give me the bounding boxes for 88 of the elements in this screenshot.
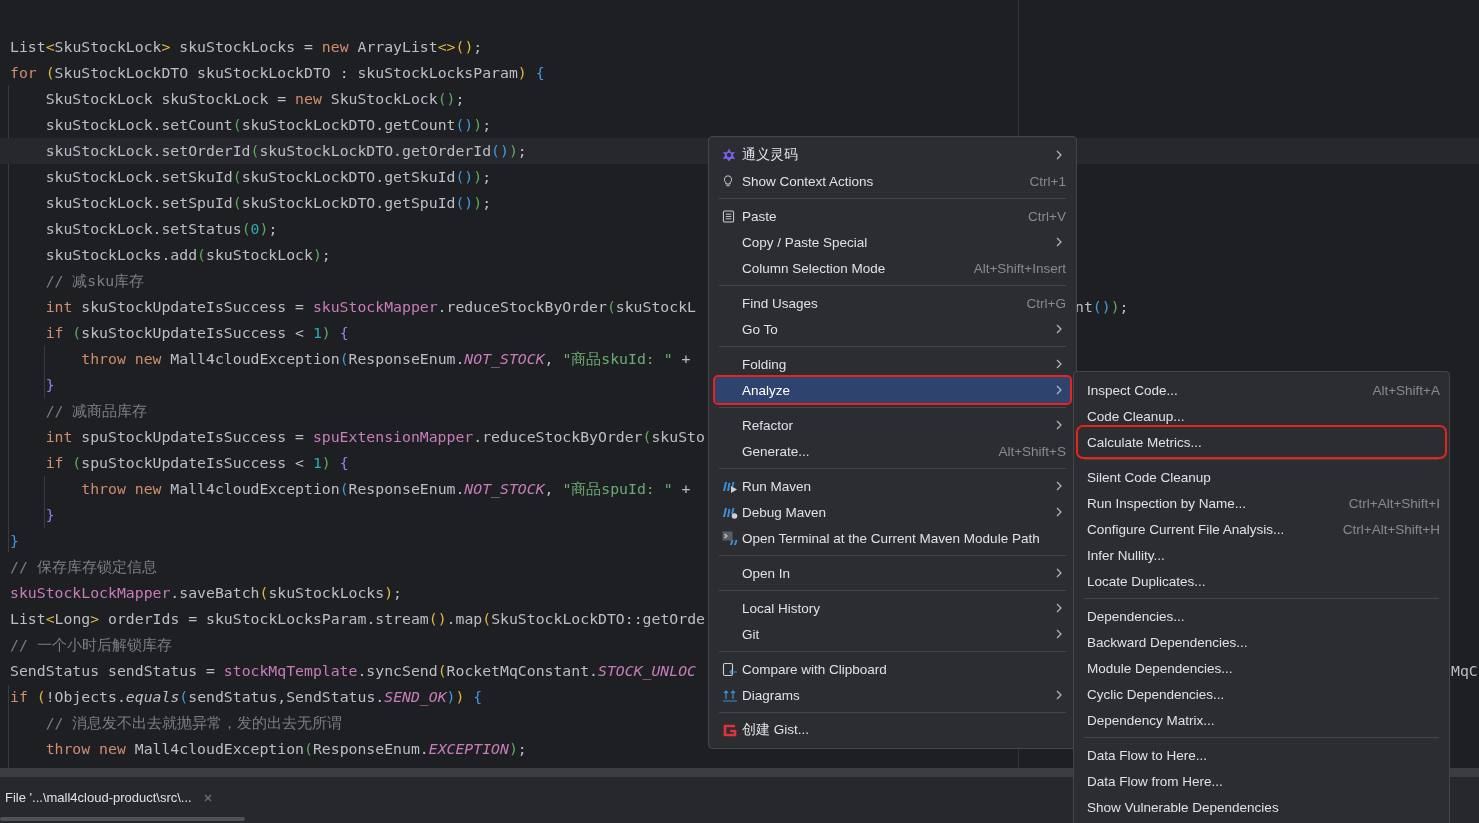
star-icon: [722, 148, 736, 162]
menu-item[interactable]: Copy / Paste Special: [715, 229, 1070, 255]
code-line: if (skuStockUpdateIsSuccess < 1) {: [44, 324, 349, 341]
menu-item[interactable]: Infer Nullity...: [1080, 542, 1443, 568]
code-line: // 一个小时后解锁库存: [9, 636, 172, 653]
menu-item[interactable]: Git: [715, 621, 1070, 647]
code-line: List<SkuStockLock> skuStockLocks = new ArrayList<>();: [9, 38, 483, 55]
code-line: // 减sku库存: [44, 272, 145, 289]
menu-item[interactable]: Open In: [715, 560, 1070, 586]
chevron-icon: [1056, 568, 1062, 578]
chevron-icon: [1056, 324, 1062, 334]
menu-item[interactable]: Locate Duplicates...: [1080, 568, 1443, 594]
code-line: skuStockLock.setCount(skuStockLockDTO.getCount());: [44, 116, 492, 133]
code-line: SendStatus sendStatus = stockMqTemplate.syncSend(RocketMqConstant.STOCK_UNLOC: [9, 662, 696, 679]
code-line: skuStockLock.setStatus(0);: [44, 220, 278, 237]
diagram-icon: [722, 688, 738, 702]
close-icon[interactable]: [203, 793, 212, 802]
code-line: }: [44, 376, 55, 393]
menu-item[interactable]: Configure Current File Analysis... Ctrl+Alt+Shift+H: [1080, 516, 1443, 542]
menu-item[interactable]: Dependencies...: [1080, 603, 1443, 629]
code-line: throw new Mall4cloudException(ResponseEnum.NOT_STOCK, "商品skuId: " +: [80, 350, 691, 367]
menu-item[interactable]: Silent Code Cleanup: [1080, 464, 1443, 490]
chevron-icon: [1056, 603, 1062, 613]
chevron-icon: [1056, 237, 1062, 247]
code-line: if (!Objects.equals(sendStatus,SendStatus.SEND_OK)) {: [9, 688, 483, 705]
code-fragment: MqC: [1450, 661, 1478, 681]
menu-item[interactable]: Compare with Clipboard: [715, 656, 1070, 682]
menu-item[interactable]: Data Flow to Here...: [1080, 742, 1443, 768]
menu-item[interactable]: Find Usages Ctrl+G: [715, 290, 1070, 316]
menu-item[interactable]: Go To: [715, 316, 1070, 342]
menu-item[interactable]: Column Selection Mode Alt+Shift+Insert: [715, 255, 1070, 281]
code-line: SkuStockLock skuStockLock = new SkuStockLock();: [44, 90, 465, 107]
menu-item[interactable]: Data Flow from Here...: [1080, 768, 1443, 794]
chevron-icon: [1056, 385, 1062, 395]
code-line: throw new Mall4cloudException(ResponseEnum.NOT_STOCK, "商品spuId: " +: [80, 480, 691, 497]
chevron-icon: [1056, 629, 1062, 639]
code-line: skuStockLocks.add(skuStockLock);: [44, 246, 331, 263]
menu-item[interactable]: Module Dependencies...: [1080, 655, 1443, 681]
logo-icon: [722, 722, 738, 738]
menu-item[interactable]: Inspect Code... Alt+Shift+A: [1080, 377, 1443, 403]
menu-item[interactable]: Dependency Matrix...: [1080, 707, 1443, 733]
file-tab[interactable]: File '...\mall4cloud-product\src\...: [5, 790, 212, 805]
code-line: throw new Mall4cloudException(ResponseEnum.EXCEPTION);: [44, 740, 527, 757]
code-line: }: [9, 532, 19, 549]
menu-item[interactable]: Local History: [715, 595, 1070, 621]
code-line: // 保存库存锁定信息: [9, 558, 157, 575]
code-line: List<Long> orderIds = skuStockLocksParam.stream().map(SkuStockLockDTO::getOrde: [9, 610, 705, 627]
menu-item[interactable]: Open Terminal at the Current Maven Module Path: [715, 525, 1070, 551]
code-line: // 减商品库存: [44, 402, 148, 419]
chevron-icon: [1056, 507, 1062, 517]
menu-item[interactable]: Show Vulnerable Dependencies: [1080, 794, 1443, 820]
menu-item[interactable]: Paste Ctrl+V: [715, 203, 1070, 229]
code-line: }: [44, 506, 55, 523]
menu-item[interactable]: Cyclic Dependencies...: [1080, 681, 1443, 707]
clipboard-icon: [722, 209, 735, 223]
code-line: int spuStockUpdateIsSuccess = spuExtensionMapper.reduceStockByOrder(skuSto: [44, 428, 705, 445]
menu-item[interactable]: Show Context Actions Ctrl+1: [715, 168, 1070, 194]
chevron-icon: [1056, 150, 1062, 160]
maven-run-icon: [722, 479, 738, 493]
code-line: skuStockLock.setSpuId(skuStockLockDTO.getSpuId());: [44, 194, 492, 211]
menu-item[interactable]: 通义灵码: [715, 142, 1070, 168]
chevron-icon: [1056, 359, 1062, 369]
code-line: skuStockLock.setSkuId(skuStockLockDTO.getSkuId());: [44, 168, 492, 185]
menu-item[interactable]: Debug Maven: [715, 499, 1070, 525]
menu-item[interactable]: Run Maven: [715, 473, 1070, 499]
menu-item[interactable]: Diagrams: [715, 682, 1070, 708]
menu-item[interactable]: Folding: [715, 351, 1070, 377]
code-line: int skuStockUpdateIsSuccess = skuStockMapper.reduceStockByOrder(skuStockL: [44, 298, 696, 315]
scrollbar-thumb[interactable]: [0, 817, 245, 821]
code-line: for (SkuStockLockDTO skuStockLockDTO : skuStockLocksParam) {: [9, 64, 545, 81]
menu-item[interactable]: Code Cleanup...: [1080, 403, 1443, 429]
code-line: if (spuStockUpdateIsSuccess < 1) {: [44, 454, 349, 471]
chevron-icon: [1056, 690, 1062, 700]
code-line: skuStockLock.setOrderId(skuStockLockDTO.getOrderId());: [44, 142, 527, 159]
code-line: skuStockLockMapper.saveBatch(skuStockLocks);: [9, 584, 403, 601]
menu-item[interactable]: Refactor: [715, 412, 1070, 438]
menu-item[interactable]: 创建 Gist...: [715, 717, 1070, 743]
maven-debug-icon: [722, 505, 738, 519]
compare-icon: [722, 661, 738, 677]
terminal-icon: [722, 530, 738, 546]
lightbulb-icon: [722, 174, 734, 188]
chevron-icon: [1056, 420, 1062, 430]
chevron-icon: [1056, 481, 1062, 491]
menu-item[interactable]: Run Inspection by Name... Ctrl+Alt+Shift+I: [1080, 490, 1443, 516]
code-line: // 消息发不出去就抛异常，发的出去无所谓: [44, 714, 343, 731]
menu-item[interactable]: Analyze: [715, 377, 1070, 403]
menu-item[interactable]: Backward Dependencies...: [1080, 629, 1443, 655]
menu-item[interactable]: Generate... Alt+Shift+S: [715, 438, 1070, 464]
